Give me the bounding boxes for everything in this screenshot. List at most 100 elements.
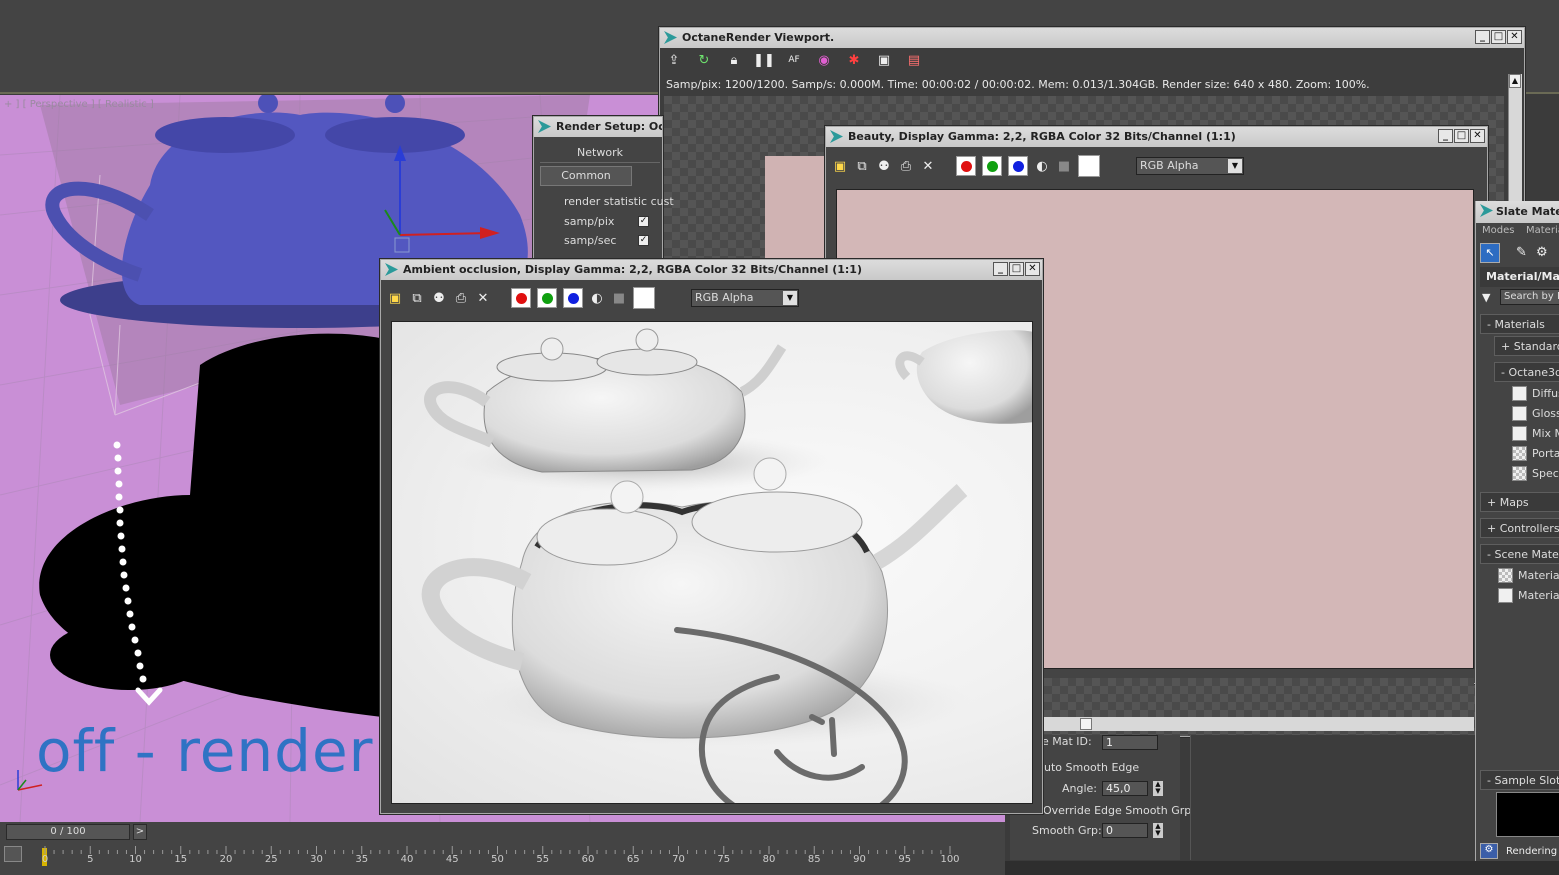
group-materials[interactable]: - Materials [1480, 314, 1559, 334]
octane-titlebar[interactable]: OctaneRender Viewport. _ □ ✕ [660, 28, 1524, 48]
ao-titlebar[interactable]: Ambient occlusion, Display Gamma: 2,2, R… [381, 260, 1042, 280]
monitor-icon[interactable]: ▣ [876, 52, 892, 68]
angle-field[interactable]: 45,0 [1102, 781, 1148, 796]
render-setup-titlebar[interactable]: Render Setup: Oct [534, 117, 662, 137]
samp-sec-checkbox[interactable]: ✓ [638, 235, 649, 246]
clone-icon[interactable]: ⚉ [431, 290, 447, 306]
close-button[interactable]: ✕ [1507, 30, 1522, 44]
red-channel-button[interactable] [511, 288, 531, 308]
smooth-grp-label: Smooth Grp: [1032, 824, 1102, 837]
app-logo-icon [538, 120, 551, 133]
material-item-mix[interactable]: Mix M [1532, 427, 1559, 440]
group-controllers[interactable]: + Controllers [1480, 518, 1559, 538]
close-button[interactable]: ✕ [1470, 129, 1485, 143]
chevron-down-icon[interactable]: ▼ [1228, 159, 1242, 173]
scene-material-item[interactable]: Material [1518, 569, 1559, 582]
tab-common[interactable]: Common [540, 166, 632, 186]
scene-material-item[interactable]: Material [1518, 589, 1559, 602]
render-setup-window[interactable]: Render Setup: Oct Network Common render … [533, 116, 674, 276]
mat-id-field[interactable]: 1 [1102, 735, 1158, 750]
menu-modes[interactable]: Modes [1482, 225, 1514, 236]
minimize-button[interactable]: _ [1438, 129, 1453, 143]
red-channel-button[interactable] [956, 156, 976, 176]
material-item-diffuse[interactable]: Diffus [1532, 387, 1559, 400]
pick-material-icon[interactable]: ✎ [1516, 245, 1527, 260]
maximize-button[interactable]: □ [1454, 129, 1469, 143]
search-input[interactable]: Search by N [1500, 289, 1559, 305]
scroll-up-icon[interactable]: ▲ [1509, 74, 1521, 88]
horizontal-scrollbar[interactable] [1044, 717, 1474, 731]
diffuse-material-thumb [1512, 386, 1527, 401]
save-icon[interactable]: ▣ [832, 158, 848, 174]
ruler-tick-label: 15 [174, 854, 188, 865]
blue-channel-button[interactable] [1008, 156, 1028, 176]
export-icon[interactable]: ⇪ [666, 52, 682, 68]
scrollbar-thumb[interactable] [1080, 718, 1092, 730]
smooth-grp-spinner[interactable]: ▲ ▼ [1153, 823, 1163, 838]
pause-icon[interactable]: ❚❚ [753, 52, 775, 68]
material-tools-icon[interactable]: ⚙ [1536, 245, 1548, 260]
minimize-button[interactable]: _ [993, 262, 1008, 276]
alpha-icon[interactable]: ■ [1056, 158, 1072, 174]
next-frame-button[interactable]: > [133, 824, 147, 840]
mono-icon[interactable]: ◐ [589, 290, 605, 306]
group-octane[interactable]: - Octane3d [1494, 362, 1559, 382]
film-icon[interactable]: ▤ [906, 52, 922, 68]
menu-material[interactable]: Materia [1526, 225, 1559, 236]
group-maps[interactable]: + Maps [1480, 492, 1559, 512]
filter-icon[interactable]: ▼ [1482, 291, 1490, 304]
frame-slider[interactable]: 0 / 100 [6, 824, 130, 840]
print-icon[interactable]: ⎙ [453, 290, 469, 306]
material-item-specular[interactable]: Specu [1532, 467, 1559, 480]
samp-pix-checkbox[interactable]: ✓ [638, 216, 649, 227]
material-item-portal[interactable]: Porta [1532, 447, 1559, 460]
angle-spinner[interactable]: ▲ ▼ [1153, 781, 1163, 796]
alpha-icon[interactable]: ■ [611, 290, 627, 306]
blue-channel-button[interactable] [563, 288, 583, 308]
maximize-button[interactable]: □ [1491, 30, 1506, 44]
clear-icon[interactable]: ✕ [475, 290, 491, 306]
channel-select[interactable]: RGB Alpha ▼ [1136, 157, 1244, 175]
ao-render-canvas[interactable] [391, 321, 1033, 804]
copy-icon[interactable]: ⧉ [409, 290, 425, 306]
minimize-button[interactable]: _ [1475, 30, 1490, 44]
channel-select[interactable]: RGB Alpha ▼ [691, 289, 799, 307]
green-channel-button[interactable] [537, 288, 557, 308]
slate-material-editor[interactable]: Slate Mate Modes Materia ↖ ✎ ⚙ Material/… [1475, 201, 1559, 861]
ruler-tick-label: 90 [853, 854, 866, 865]
background-color-swatch[interactable] [1078, 155, 1100, 177]
status-text: Rendering [1506, 846, 1558, 857]
status-bar [1005, 861, 1559, 875]
app-logo-icon [830, 130, 843, 143]
close-button[interactable]: ✕ [1025, 262, 1040, 276]
save-icon[interactable]: ▣ [387, 290, 403, 306]
maximize-button[interactable]: □ [1009, 262, 1024, 276]
select-tool-icon[interactable]: ↖ [1480, 243, 1500, 263]
copy-icon[interactable]: ⧉ [854, 158, 870, 174]
color-wheel-icon[interactable]: ◉ [816, 52, 832, 68]
sample-slot[interactable] [1496, 792, 1559, 837]
material-item-glossy[interactable]: Gloss [1532, 407, 1559, 420]
stop-icon[interactable]: ✱ [846, 52, 862, 68]
slate-titlebar[interactable]: Slate Mate [1476, 201, 1559, 223]
viewport-label[interactable]: + ] [ Perspective ] [ Realistic ] [4, 99, 154, 110]
ambient-occlusion-window[interactable]: Ambient occlusion, Display Gamma: 2,2, R… [380, 259, 1043, 814]
clone-icon[interactable]: ⚉ [876, 158, 892, 174]
group-scene-materials[interactable]: - Scene Mater [1480, 544, 1559, 564]
clear-icon[interactable]: ✕ [920, 158, 936, 174]
ruler-tick-label: 20 [219, 854, 233, 865]
smooth-grp-field[interactable]: 0 [1102, 823, 1148, 838]
group-sample-slots[interactable]: - Sample Slot [1480, 770, 1559, 790]
mono-icon[interactable]: ◐ [1034, 158, 1050, 174]
group-standard[interactable]: + Standard [1494, 336, 1559, 356]
af-icon[interactable]: AF [786, 52, 802, 68]
print-icon[interactable]: ⎙ [898, 158, 914, 174]
green-channel-button[interactable] [982, 156, 1002, 176]
tab-network[interactable]: Network [540, 143, 660, 163]
chevron-down-icon[interactable]: ▼ [783, 291, 797, 305]
refresh-icon[interactable]: ↻ [696, 52, 712, 68]
beauty-titlebar[interactable]: Beauty, Display Gamma: 2,2, RGBA Color 3… [826, 127, 1487, 147]
lock-icon[interactable]: 🔒︎ [726, 52, 742, 68]
background-color-swatch[interactable] [633, 287, 655, 309]
ruler-tick-label: 35 [355, 854, 369, 865]
